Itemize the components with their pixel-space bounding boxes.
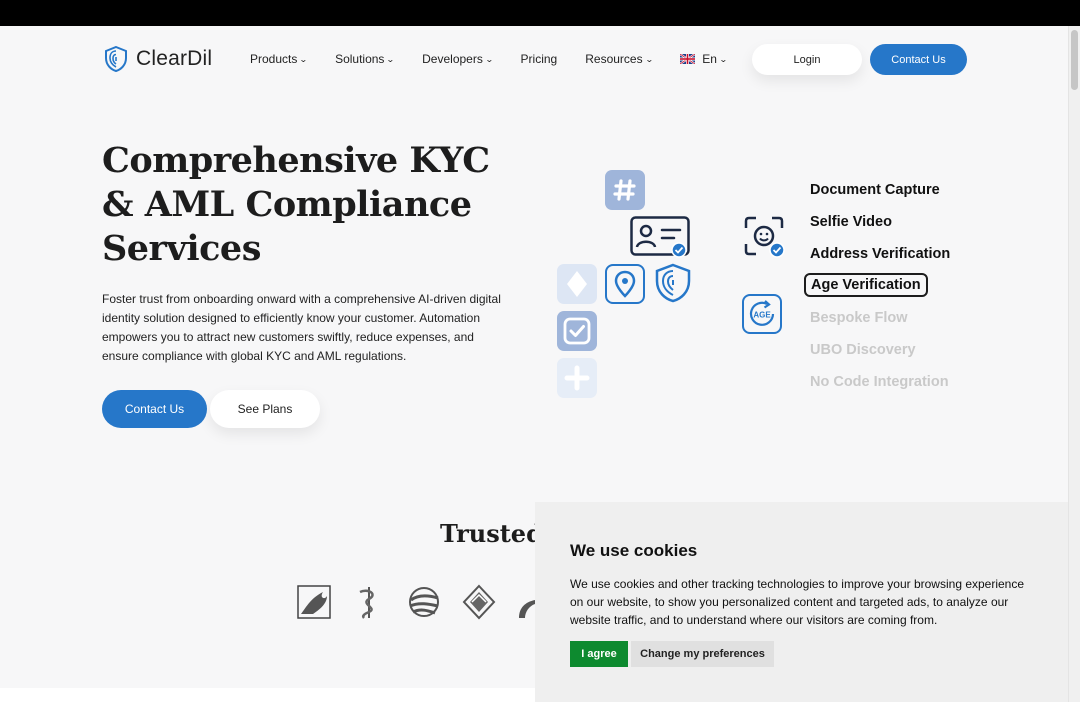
feature-selfie-video[interactable]: Selfie Video [810,214,892,230]
shield-logo-icon [105,46,127,72]
login-button[interactable]: Login [752,44,862,75]
client-logo-eagle-icon [297,585,331,619]
hashtag-tile [605,170,645,210]
age-refresh-icon: AGE [749,300,775,326]
client-logo-globe-icon [409,587,439,617]
client-logo-caduceus-icon [359,587,374,619]
feature-no-code-integration[interactable]: No Code Integration [810,374,949,390]
hashtag-icon [613,179,636,201]
age-icon-text: AGE [753,311,771,320]
nav-products-label: Products [250,52,298,66]
checkmark-icon [563,317,591,345]
client-logo-partial-icon [519,600,535,618]
chevron-down-icon: ⌄ [484,55,494,64]
browser-top-bar [0,0,1080,26]
chevron-down-icon: ⌄ [299,55,309,64]
cookie-agree-button[interactable]: I agree [570,641,628,667]
nav-solutions-label: Solutions [335,52,385,66]
client-logo-diamond-icon [462,584,496,620]
language-label: En [702,52,717,66]
nav-developers[interactable]: Developers ⌄ [422,52,494,66]
location-pin-icon [614,270,636,298]
nav-developers-label: Developers [422,52,483,66]
cookie-preferences-button[interactable]: Change my preferences [631,641,774,667]
diamond-icon [567,271,587,297]
chevron-down-icon: ⌄ [718,55,728,64]
feature-document-capture[interactable]: Document Capture [810,182,940,198]
language-selector[interactable]: En ⌄ [680,52,728,66]
face-scan-icon [744,216,785,258]
brand-name: ClearDil [136,47,213,70]
section-divider [0,688,535,702]
main-nav: Products ⌄ Solutions ⌄ Developers ⌄ Pric… [250,52,755,66]
nav-products[interactable]: Products ⌄ [250,52,309,66]
page-scrollbar[interactable] [1068,26,1080,702]
uk-flag-icon [680,54,696,64]
feature-age-verification[interactable]: Age Verification [804,273,928,297]
cookie-banner: We use cookies We use cookies and other … [535,502,1070,702]
chevron-down-icon: ⌄ [644,55,654,64]
checkmark-tile [557,311,597,351]
chevron-down-icon: ⌄ [386,55,396,64]
feature-bespoke-flow[interactable]: Bespoke Flow [810,310,908,326]
nav-pricing[interactable]: Pricing [521,52,558,66]
plus-tile [557,358,597,398]
brand-logo[interactable]: ClearDil [104,46,212,72]
scrollbar-thumb[interactable] [1071,30,1078,90]
header-contact-button[interactable]: Contact Us [870,44,967,75]
id-card-icon [630,216,690,258]
plus-icon [564,365,590,391]
nav-resources[interactable]: Resources ⌄ [585,52,654,66]
shield-fingerprint-icon [655,263,691,303]
nav-resources-label: Resources [585,52,643,66]
nav-pricing-label: Pricing [520,52,558,66]
feature-address-verification[interactable]: Address Verification [810,246,950,262]
trusted-heading: Trusted [440,519,535,548]
diamond-tile [557,264,597,304]
cookie-text: We use cookies and other tracking techno… [570,577,1025,627]
cookie-title: We use cookies [570,541,698,560]
hero-description: Foster trust from onboarding onward with… [102,292,501,363]
hero-contact-button[interactable]: Contact Us [102,390,207,428]
hero-title: Comprehensive KYC & AML Compliance Servi… [102,140,490,269]
location-tile [605,264,645,304]
nav-solutions[interactable]: Solutions ⌄ [335,52,396,66]
see-plans-button[interactable]: See Plans [210,390,320,428]
feature-ubo-discovery[interactable]: UBO Discovery [810,342,916,358]
age-tile: AGE [742,294,782,334]
